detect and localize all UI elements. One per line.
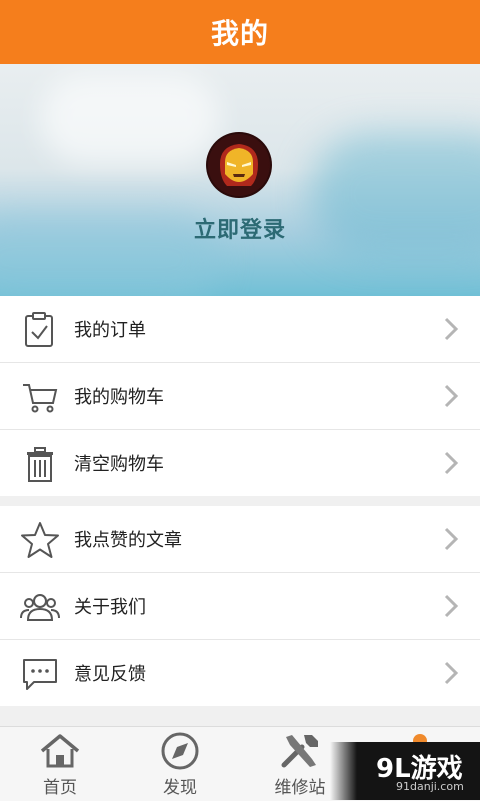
tab-label: 发现: [163, 778, 197, 798]
menu-item-label: 清空购物车: [74, 454, 164, 475]
trash-icon: [27, 447, 53, 482]
menu-item-feedback[interactable]: 意见反馈: [0, 640, 480, 706]
profile-banner: 立即登录: [0, 64, 480, 296]
menu-item-liked-articles[interactable]: 我点赞的文章: [0, 506, 480, 573]
menu-group-more: 我点赞的文章 关于我们 意见反馈: [0, 506, 480, 706]
menu-item-label: 我的购物车: [74, 387, 164, 408]
home-icon: [40, 734, 80, 768]
login-link[interactable]: 立即登录: [0, 212, 480, 244]
tab-label: 首页: [43, 778, 77, 798]
chevron-right-icon: [444, 384, 459, 408]
star-icon: [21, 522, 59, 558]
chevron-right-icon: [444, 661, 459, 685]
compass-icon: [161, 732, 199, 770]
tab-home[interactable]: 首页: [0, 727, 120, 801]
menu-item-my-cart[interactable]: 我的购物车: [0, 363, 480, 430]
menu-item-about-us[interactable]: 关于我们: [0, 573, 480, 640]
page-title: 我的: [210, 17, 269, 50]
chat-bubble-icon: [23, 659, 57, 690]
menu-group-orders: 我的订单 我的购物车 清空购物车: [0, 296, 480, 496]
menu-item-label: 我的订单: [74, 320, 146, 341]
chevron-right-icon: [444, 451, 459, 475]
chevron-right-icon: [444, 317, 459, 341]
menu-item-label: 我点赞的文章: [74, 530, 182, 551]
chevron-right-icon: [444, 594, 459, 618]
menu-item-label: 意见反馈: [74, 664, 146, 685]
users-icon: [20, 594, 60, 621]
tools-icon: [281, 735, 318, 768]
tab-discover[interactable]: 发现: [120, 727, 240, 801]
chevron-right-icon: [444, 527, 459, 551]
watermark-url: 91danji.com: [396, 780, 464, 793]
menu-item-label: 关于我们: [74, 597, 146, 618]
avatar[interactable]: [208, 134, 270, 196]
clipboard-check-icon: [25, 312, 53, 347]
iron-mask-icon: [209, 135, 269, 195]
menu-item-my-orders[interactable]: 我的订单: [0, 296, 480, 363]
cart-icon: [23, 384, 58, 413]
top-bar: 我的: [0, 0, 480, 64]
menu-item-clear-cart[interactable]: 清空购物车: [0, 430, 480, 496]
